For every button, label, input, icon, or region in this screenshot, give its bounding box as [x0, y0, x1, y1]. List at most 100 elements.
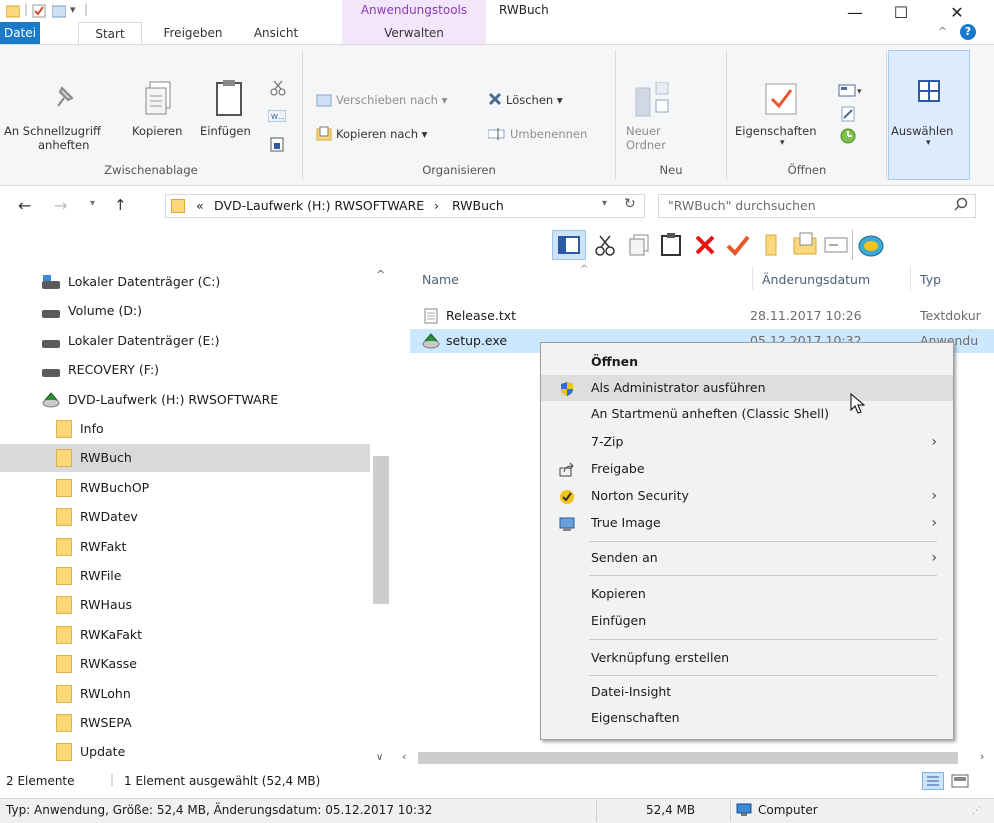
nav-item[interactable]: Lokaler Datenträger (C:) [0, 268, 370, 296]
copy-toolbar-icon[interactable] [628, 234, 650, 259]
copy-to-button[interactable]: Kopieren nach ▾ [336, 127, 427, 141]
cut-toolbar-icon[interactable] [594, 234, 616, 259]
close-button[interactable]: ✕ [934, 0, 980, 26]
nav-item[interactable]: RWFile [0, 562, 370, 590]
nav-item[interactable]: Lokaler Datenträger (E:) [0, 327, 370, 355]
paste-button[interactable]: Einfügen [200, 124, 251, 138]
select-dropdown-icon[interactable]: ▾ [926, 138, 931, 148]
rename-toolbar-icon[interactable] [824, 234, 850, 259]
maximize-button[interactable]: ☐ [878, 0, 924, 26]
new-folder-label-1[interactable]: Neuer [626, 124, 661, 138]
move-to-icon[interactable] [316, 92, 332, 111]
nav-item[interactable]: RWSEPA [0, 709, 370, 737]
menu-item-norton[interactable]: Norton Security › [541, 483, 953, 509]
paste-shortcut-icon[interactable] [270, 136, 284, 155]
copy-path-icon[interactable]: W… [267, 109, 287, 125]
menu-item-copy[interactable]: Kopieren [541, 581, 953, 607]
select-icon[interactable] [918, 80, 940, 105]
help-icon[interactable]: ? [960, 24, 976, 40]
menu-item-run-as-admin[interactable]: Als Administrator ausführen [541, 375, 953, 401]
properties-big-icon[interactable] [764, 82, 798, 119]
edit-icon[interactable] [840, 106, 856, 125]
tab-ansicht[interactable]: Ansicht [246, 22, 306, 44]
search-placeholder[interactable]: "RWBuch" durchsuchen [668, 198, 816, 213]
delete-icon[interactable] [488, 92, 502, 109]
copy-button[interactable]: Kopieren [132, 124, 182, 138]
minimize-button[interactable]: — [832, 0, 878, 26]
select-button[interactable] [888, 50, 970, 180]
open-icon[interactable]: ▾ [838, 84, 864, 101]
up-arrow-icon[interactable]: ↑ [114, 196, 127, 214]
nav-scrollbar-thumb[interactable] [373, 456, 389, 604]
breadcrumb-drive[interactable]: DVD-Laufwerk (H:) RWSOFTWARE [214, 198, 424, 213]
menu-item-paste[interactable]: Einfügen [541, 608, 953, 634]
pin-icon[interactable] [50, 80, 80, 113]
select-label[interactable]: Auswählen [891, 124, 953, 138]
column-header-name[interactable]: Name [422, 272, 459, 287]
new-folder-label-2[interactable]: Ordner [626, 138, 666, 152]
copy-icon[interactable] [144, 80, 174, 121]
new-folder-icon[interactable] [632, 81, 672, 123]
nav-item[interactable]: Volume (D:) [0, 297, 370, 325]
folder-toolbar-icon[interactable] [764, 233, 778, 260]
address-dropdown-icon[interactable]: ▾ [602, 198, 607, 209]
properties-dropdown-icon[interactable]: ▾ [780, 138, 785, 148]
nav-item[interactable]: RWBuch [0, 444, 370, 472]
menu-item-create-shortcut[interactable]: Verknüpfung erstellen [541, 645, 953, 671]
nav-item[interactable]: RWFakt [0, 533, 370, 561]
nav-item[interactable]: RWBuchOP [0, 474, 370, 502]
properties-button[interactable]: Eigenschaften [735, 124, 817, 138]
scroll-left-icon[interactable]: ‹ [402, 750, 406, 763]
delete-toolbar-icon[interactable] [694, 234, 716, 259]
copy-to-icon[interactable] [316, 126, 332, 145]
forward-arrow-icon[interactable]: → [54, 196, 67, 215]
large-icons-view-icon[interactable] [950, 772, 970, 790]
rename-button[interactable]: Umbenennen [510, 127, 587, 141]
address-overflow[interactable]: « [196, 198, 204, 213]
column-header-type[interactable]: Typ [920, 272, 941, 287]
tab-freigeben[interactable]: Freigeben [158, 22, 228, 44]
menu-item-share[interactable]: Freigabe [541, 456, 953, 482]
pin-label-1[interactable]: An Schnellzugriff [4, 124, 101, 138]
nav-item[interactable]: RWDatev [0, 503, 370, 531]
tab-verwalten[interactable]: Verwalten [342, 22, 486, 44]
customize-qa-icon[interactable]: ▾ [70, 3, 76, 16]
nav-item[interactable]: RWLohn [0, 680, 370, 708]
search-icon[interactable] [954, 197, 968, 214]
pane-toggle-icon[interactable] [558, 235, 580, 258]
rename-icon[interactable] [487, 128, 506, 143]
nav-item[interactable]: RECOVERY (F:) [0, 356, 370, 384]
tab-datei[interactable]: Datei [0, 22, 40, 44]
menu-item-open[interactable]: Öffnen [541, 349, 953, 375]
breadcrumb-folder[interactable]: RWBuch [452, 198, 504, 213]
file-row[interactable]: Release.txt 28.11.2017 10:26 Textdokur [410, 304, 994, 328]
menu-item-properties[interactable]: Eigenschaften [541, 705, 953, 731]
scroll-up-icon[interactable]: ^ [376, 268, 385, 281]
nav-item[interactable]: RWHaus [0, 591, 370, 619]
recent-locations-icon[interactable]: ▾ [90, 198, 95, 209]
nav-item[interactable]: Update [0, 738, 370, 766]
move-to-button[interactable]: Verschieben nach ▾ [336, 93, 447, 107]
resize-grip-icon[interactable]: ⋰ [972, 806, 981, 816]
collapse-ribbon-icon[interactable]: ^ [938, 25, 947, 38]
tab-start[interactable]: Start [78, 22, 142, 44]
menu-item-true-image[interactable]: True Image › [541, 510, 953, 536]
nav-item[interactable]: RWKasse [0, 650, 370, 678]
nav-item[interactable]: DVD-Laufwerk (H:) RWSOFTWARE [0, 386, 370, 414]
check-toolbar-icon[interactable] [726, 234, 750, 259]
new-folder-toolbar-icon[interactable] [792, 232, 818, 259]
scroll-down-icon[interactable]: ∨ [376, 752, 383, 763]
nav-item[interactable]: RWKaFakt [0, 621, 370, 649]
scroll-right-icon[interactable]: › [980, 750, 984, 763]
paste-icon[interactable] [214, 78, 244, 121]
properties-icon[interactable] [32, 4, 46, 18]
menu-item-send-to[interactable]: Senden an › [541, 545, 953, 571]
hscrollbar-thumb[interactable] [418, 752, 958, 764]
menu-item-file-insight[interactable]: Datei-Insight [541, 679, 953, 705]
new-folder-qa-icon[interactable] [51, 4, 67, 18]
shell-toolbar-icon[interactable] [858, 232, 884, 261]
column-header-date[interactable]: Änderungsdatum [762, 272, 870, 287]
nav-item[interactable]: Info [0, 415, 370, 443]
cut-icon[interactable] [270, 80, 286, 99]
menu-item-pin-start[interactable]: An Startmenü anheften (Classic Shell) [541, 401, 953, 427]
